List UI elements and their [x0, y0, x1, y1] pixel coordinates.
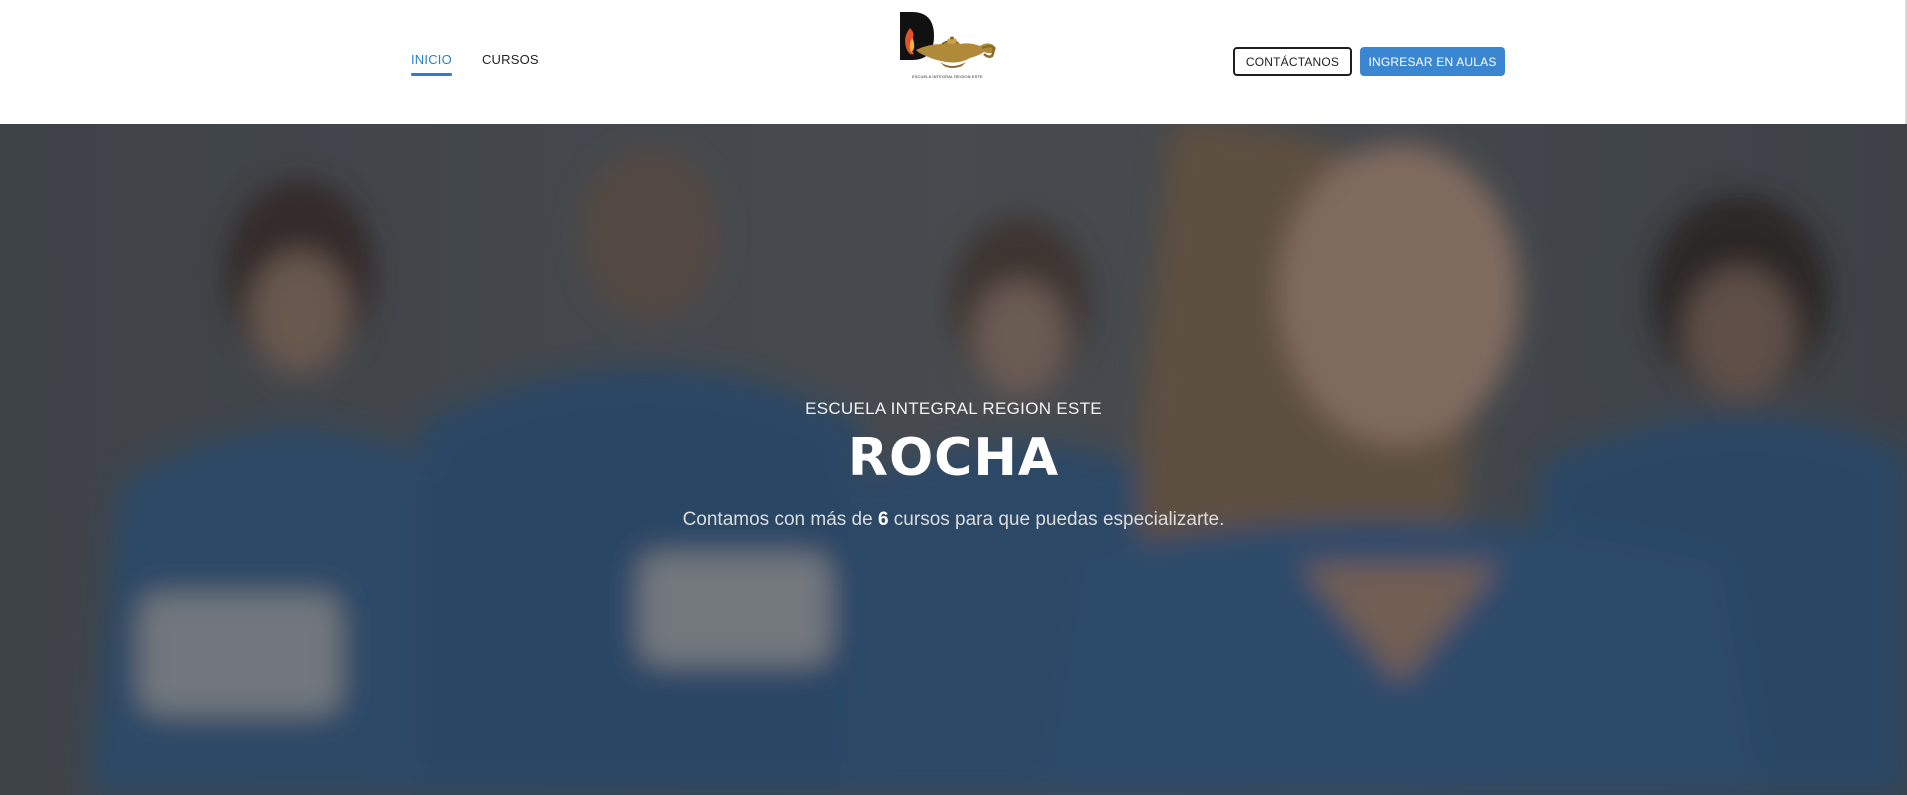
- oil-lamp-logo-icon: [900, 12, 996, 68]
- nav-cursos[interactable]: CURSOS: [482, 52, 539, 76]
- hero-subtitle-prefix: Contamos con más de: [682, 509, 878, 530]
- contact-button[interactable]: CONTÁCTANOS: [1233, 47, 1352, 76]
- hero-eyebrow: ESCUELA INTEGRAL REGION ESTE: [805, 399, 1102, 418]
- site-logo[interactable]: ESCUELA INTEGRAL REGION ESTE: [898, 10, 1002, 84]
- hero-subtitle-suffix: cursos para que puedas especializarte.: [888, 509, 1225, 530]
- main-nav: INICIO CURSOS: [411, 52, 539, 76]
- hero-subtitle-number: 6: [877, 509, 889, 530]
- login-aulas-button[interactable]: INGRESAR EN AULAS: [1360, 47, 1505, 76]
- site-header: INICIO CURSOS ESCUELA INTEGRAL REGION ES…: [0, 0, 1907, 124]
- logo-tagline: ESCUELA INTEGRAL REGION ESTE: [912, 74, 983, 79]
- hero-title: ROCHA: [847, 428, 1060, 488]
- hero-section: ESCUELA INTEGRAL REGION ESTE ROCHA Conta…: [0, 124, 1907, 795]
- nav-inicio[interactable]: INICIO: [411, 52, 452, 76]
- page: INICIO CURSOS ESCUELA INTEGRAL REGION ES…: [0, 0, 1907, 795]
- hero-subtitle: Contamos con más de 6 cursos para que pu…: [0, 509, 1907, 531]
